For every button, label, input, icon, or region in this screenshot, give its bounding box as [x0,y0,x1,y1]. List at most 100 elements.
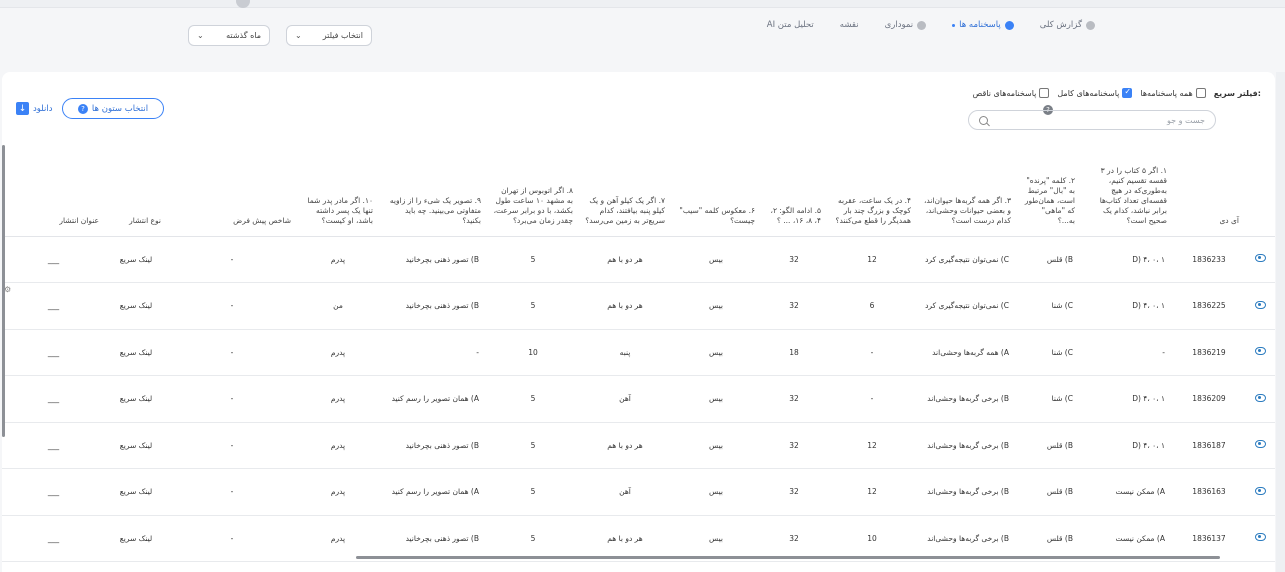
eye-icon[interactable] [1254,300,1266,309]
table-row: 1836209 D) ۴، ۰، ۱ C) شنا B) برخی گربه‌ها و… [2,375,1275,423]
table-cell: 5 [487,375,579,423]
table-cell: 32 [761,515,827,562]
table-cell: لینک سریع [105,468,167,516]
column-header[interactable]: ۱۰. اگر مادر پدر شما تنها یک پسر داشته ب… [297,148,379,237]
table-cell: B) تصور ذهنی بچرخانید [379,422,487,469]
table-cell: پدرم [297,468,379,516]
eye-icon[interactable] [1254,347,1266,356]
table-cell: 5 [487,515,579,562]
tab-overview[interactable]: گزارش کلی [1040,20,1095,30]
table-body: 1836233 D) ۴، ۰، ۱ B) قلس C) نمی‌توان نتیجه… [2,236,1275,562]
table-cell: 1836163 [1173,468,1245,516]
view-cell [1245,282,1275,330]
column-header[interactable]: ۷. اگر یک کیلو آهن و یک کیلو پنبه بیافتن… [579,148,671,237]
vertical-scrollbar[interactable] [2,145,5,437]
filter-complete-responses[interactable]: پاسخنامه‌های کامل [1057,87,1133,98]
overview-icon [1086,20,1095,30]
horizontal-scrollbar[interactable] [356,556,1220,559]
column-header[interactable]: عنوان انتشار [2,148,105,237]
table-cell: 5 [487,282,579,330]
table-row: 1836233 D) ۴، ۰، ۱ B) قلس C) نمی‌توان نتیجه… [2,236,1275,283]
table-row: 1836225 D) ۴، ۰، ۱ C) شنا C) نمی‌توان نتیجه… [2,282,1275,330]
chevron-down-icon: ⌄ [295,31,302,40]
table-cell: A) ممکن نیست [1081,515,1173,562]
view-cell [1245,515,1275,562]
table-cell: پدرم [297,329,379,376]
table-cell: ___ [2,282,105,330]
filter-all-responses[interactable]: همه پاسخنامه‌ها [1140,88,1206,98]
table-cell: ___ [2,236,105,283]
download-button[interactable]: دانلود ↓ [16,102,53,115]
column-header[interactable]: ۸. اگر اتوبوس از تهران به مشهد ۱۰ ساعت ط… [487,148,579,237]
checkbox-complete[interactable] [1122,87,1133,98]
table-cell: 32 [761,236,827,283]
filter-incomplete-responses[interactable]: پاسخنامه‌های ناقص [973,88,1050,98]
column-header[interactable]: ۲. کلمه "پرنده" به "بال" مرتبط است، همان… [1017,148,1081,237]
checkbox-all[interactable] [1195,88,1206,98]
column-header[interactable]: آی دی [1173,148,1245,237]
table-cell: من [297,282,379,330]
table-cell: لینک سریع [105,282,167,330]
checkbox-incomplete[interactable] [1039,88,1050,98]
top-dot-icon [236,0,250,8]
eye-icon[interactable] [1254,486,1266,495]
table-cell: - [167,329,297,376]
column-header[interactable]: ۱. اگر ۵ کتاب را در ۳ قفسه تقسیم کنیم، ب… [1081,148,1173,237]
eye-icon[interactable] [1254,440,1266,449]
table-cell: 12 [827,236,917,283]
table-cell: - [827,329,917,376]
table-cell: 5 [487,236,579,283]
active-dot-icon [952,23,956,27]
eye-icon[interactable] [1254,393,1266,402]
table-cell: C) شنا [1017,282,1081,330]
tab-charts[interactable]: نموداری [885,20,927,30]
table-cell: B) قلس [1017,422,1081,469]
table-settings-icon[interactable]: ⚙ [4,285,11,294]
table-cell: لینک سریع [105,236,167,283]
table-cell: 12 [827,422,917,469]
table-cell: C) نمی‌توان نتیجه‌گیری کرد [917,236,1017,283]
table-cell: ___ [2,468,105,516]
tab-ai-text-analysis[interactable]: تحلیل متن AI [767,20,814,30]
table-row: 1836163 A) ممکن نیست B) قلس B) برخی گربه‌ها… [2,468,1275,516]
tab-responses[interactable]: پاسخنامه ها [952,20,1014,30]
table-cell: ___ [2,422,105,469]
period-select[interactable]: ماه گذشته ⌄ [188,25,270,46]
eye-icon[interactable] [1254,533,1266,542]
search-input[interactable]: جست و جو [968,110,1216,130]
select-columns-button[interactable]: انتخاب ستون ها? [62,98,164,119]
filter-select[interactable]: انتخاب فیلتر ⌄ [286,25,372,46]
view-cell [1245,375,1275,423]
column-header[interactable]: ۹. تصویر یک شیء را از زاویه متفاوتی می‌ب… [379,148,487,237]
table-cell: 5 [487,468,579,516]
table-cell: آهن [579,375,671,423]
report-tabs: گزارش کلی پاسخنامه ها نموداری نقشه تحلیل… [767,20,1095,30]
table-cell: لینک سریع [105,515,167,562]
tab-map[interactable]: نقشه [840,20,859,30]
table-cell: C) شنا [1017,375,1081,423]
column-header[interactable]: شاخص پیش فرض [167,148,297,237]
search-icon [979,115,988,125]
eye-icon[interactable] [1254,254,1266,263]
column-header[interactable]: ۳. اگر همه گربه‌ها حیوان‌اند، و بعضی حیو… [917,148,1017,237]
table-cell: هر دو با هم [579,236,671,283]
column-header[interactable]: ۴. در یک ساعت، عقربه کوچک و بزرگ چند بار… [827,148,917,237]
table-cell: B) قلس [1017,515,1081,562]
table-cell: B) برخی گربه‌ها وحشی‌اند [917,468,1017,516]
table-row: 1836187 D) ۴، ۰، ۱ B) قلس B) برخی گربه‌ها و… [2,422,1275,469]
table-cell: ___ [2,375,105,423]
table-cell: 18 [761,329,827,376]
responses-icon [1004,20,1014,30]
table-cell: - [167,468,297,516]
column-header[interactable]: نوع انتشار [105,148,167,237]
table-cell: - [1081,329,1173,376]
header: گزارش کلی پاسخنامه ها نموداری نقشه تحلیل… [0,8,1285,48]
column-header[interactable]: ۵. ادامه الگو: ۲، ۴، ۸، ۱۶، ... ؟ [761,148,827,237]
table-cell: هر دو با هم [579,282,671,330]
table-cell: 32 [761,468,827,516]
column-header[interactable]: ۶. معکوس کلمه "سیب" چیست؟ [671,148,761,237]
table-cell: C) نمی‌توان نتیجه‌گیری کرد [917,282,1017,330]
view-cell [1245,422,1275,469]
table-cell: 1836233 [1173,236,1245,283]
table-cell: 10 [827,515,917,562]
